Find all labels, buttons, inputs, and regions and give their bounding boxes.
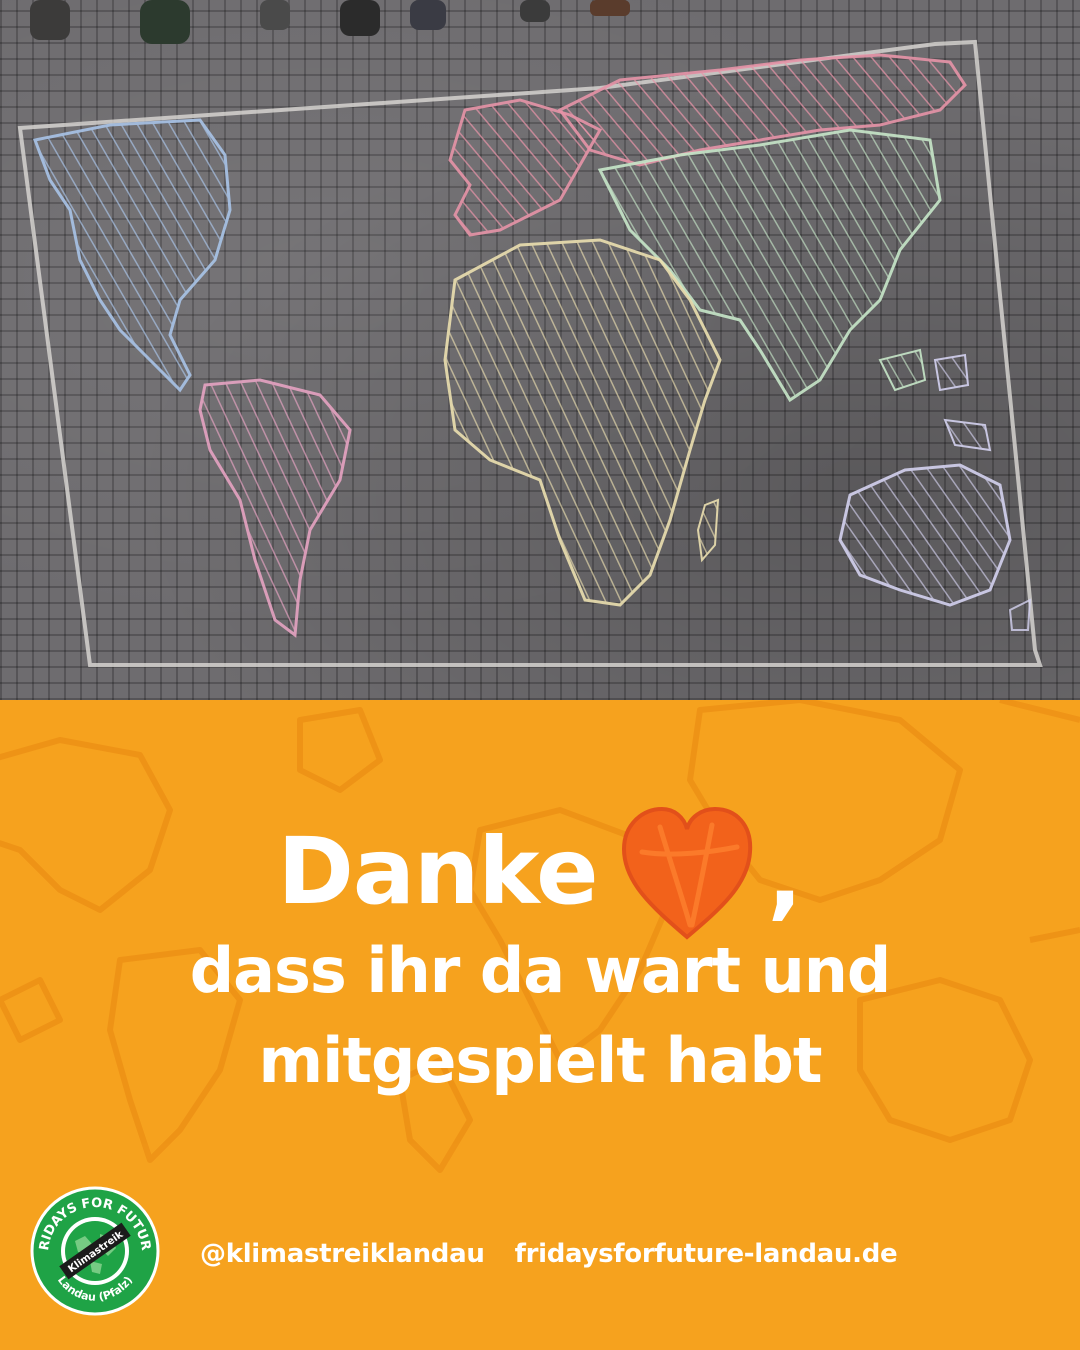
headline-line-2: mitgespielt habt — [258, 1024, 823, 1097]
headline-comma: , — [767, 823, 803, 930]
website-link[interactable]: fridaysforfuture-landau.de — [515, 1239, 898, 1269]
heart-icon — [621, 806, 752, 940]
footer: @klimastreiklandau fridaysforfuture-land… — [200, 1232, 898, 1276]
headline-line-1: dass ihr da wart und — [189, 934, 892, 1007]
headline-row: Danke , — [0, 797, 1080, 947]
fridays-for-future-logo-icon: FRIDAYS FOR FUTURE Landau (Pfalz) Klimas… — [30, 1186, 160, 1316]
headline-danke: Danke — [277, 818, 598, 925]
chalk-world-map-photo — [0, 0, 1080, 700]
crowd-feet — [30, 0, 630, 44]
instagram-handle[interactable]: @klimastreiklandau — [200, 1239, 485, 1269]
world-map-icon — [17, 0, 1043, 667]
